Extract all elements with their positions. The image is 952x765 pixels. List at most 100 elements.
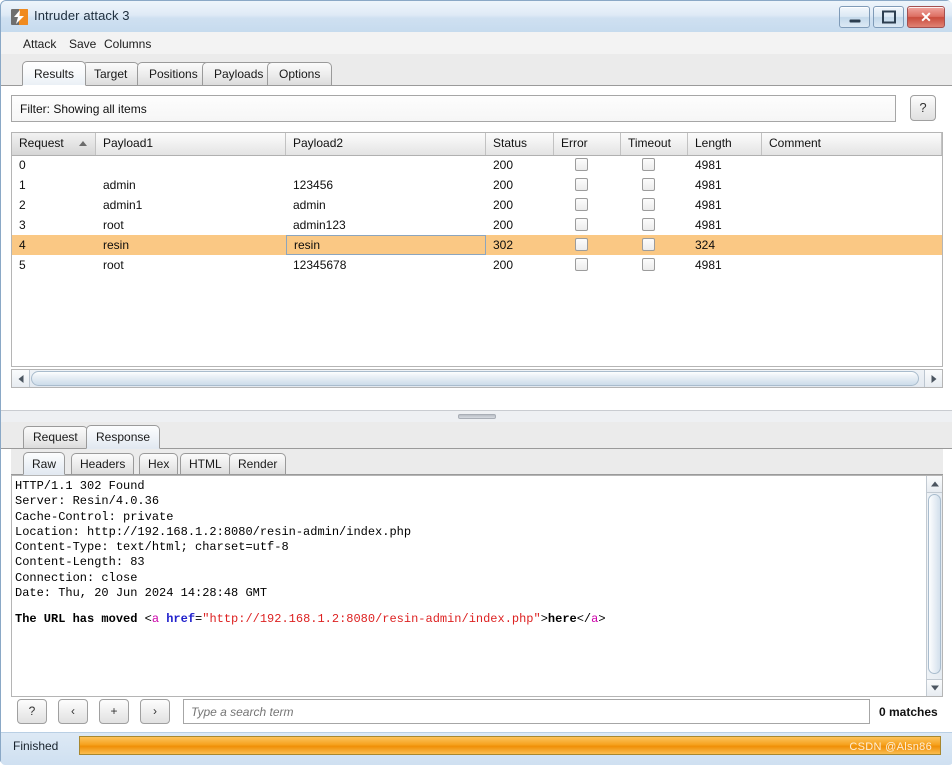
column-header-timeout[interactable]: Timeout xyxy=(621,133,688,155)
cell-request: 5 xyxy=(19,258,26,272)
menu-item-save[interactable]: Save xyxy=(65,36,100,52)
cell-length: 4981 xyxy=(695,198,722,212)
body-text: The URL has moved xyxy=(15,612,145,626)
error-checkbox[interactable] xyxy=(575,238,588,251)
cell-payload1: resin xyxy=(103,238,130,252)
vertical-scroll-thumb[interactable] xyxy=(928,494,941,674)
cell-length: 4981 xyxy=(695,258,722,272)
column-header-request[interactable]: Request xyxy=(12,133,96,155)
table-row[interactable]: 2 admin1 admin 200 4981 xyxy=(12,195,942,215)
cell-status: 200 xyxy=(493,258,514,272)
tab-raw[interactable]: Raw xyxy=(23,452,66,475)
cell-length: 4981 xyxy=(695,178,722,192)
table-row[interactable]: 3 root admin123 200 4981 xyxy=(12,215,942,235)
cell-payload2: admin123 xyxy=(293,218,346,232)
table-row-selected[interactable]: 4 resin resin 302 324 xyxy=(12,235,942,255)
cell-timeout xyxy=(621,235,688,255)
html-attribute-name: href xyxy=(166,612,196,626)
search-row: ? ‹ + › 0 matches xyxy=(1,699,952,731)
response-viewer[interactable]: HTTP/1.1 302 Found Server: Resin/4.0.36 … xyxy=(11,475,943,697)
cell-timeout xyxy=(621,215,688,235)
cell-error xyxy=(554,155,621,175)
tab-render[interactable]: Render xyxy=(229,453,287,474)
tab-positions[interactable]: Positions xyxy=(137,62,210,85)
search-next-button[interactable]: › xyxy=(140,699,170,724)
error-checkbox[interactable] xyxy=(575,218,588,231)
tab-options[interactable]: Options xyxy=(267,62,333,85)
error-checkbox[interactable] xyxy=(575,178,588,191)
tab-hex[interactable]: Hex xyxy=(139,453,179,474)
cell-payload2: 123456 xyxy=(293,178,334,192)
cell-comment xyxy=(762,215,942,235)
angle-open-icon: < xyxy=(144,612,152,626)
menu-item-attack[interactable]: Attack xyxy=(19,36,60,52)
tab-headers[interactable]: Headers xyxy=(71,453,135,474)
scroll-down-icon[interactable] xyxy=(927,679,942,696)
cell-comment xyxy=(762,195,942,215)
cell-comment xyxy=(762,155,942,175)
maximize-button[interactable] xyxy=(873,6,904,28)
column-header-length[interactable]: Length xyxy=(688,133,762,155)
tab-request[interactable]: Request xyxy=(23,426,88,448)
search-input[interactable] xyxy=(183,699,870,724)
timeout-checkbox[interactable] xyxy=(642,178,655,191)
close-button[interactable]: ✕ xyxy=(907,6,945,28)
menu-item-columns[interactable]: Columns xyxy=(100,36,155,52)
view-tab-strip: Raw Headers Hex HTML Render xyxy=(11,449,943,475)
intruder-attack-window: Intruder attack 3 ✕ Attack Save Columns … xyxy=(0,0,952,765)
tab-results[interactable]: Results xyxy=(22,61,87,86)
cell-payload1 xyxy=(96,155,286,175)
message-panel: Request Response Raw Headers Hex HTML Re… xyxy=(1,422,952,732)
table-row[interactable]: 1 admin 123456 200 4981 xyxy=(12,175,942,195)
timeout-checkbox[interactable] xyxy=(642,238,655,251)
sort-ascending-icon xyxy=(79,141,87,146)
main-tab-strip: Results Target Positions Payloads Option… xyxy=(1,54,952,86)
horizontal-scroll-thumb[interactable] xyxy=(31,371,919,386)
column-header-payload2[interactable]: Payload2 xyxy=(286,133,486,155)
minimize-button[interactable] xyxy=(839,6,870,28)
match-count-label: 0 matches xyxy=(879,705,938,719)
tab-response[interactable]: Response xyxy=(86,425,161,449)
timeout-checkbox[interactable] xyxy=(642,258,655,271)
status-bar: Finished CSDN @Alsn86 xyxy=(1,732,952,765)
timeout-checkbox[interactable] xyxy=(642,218,655,231)
tab-target[interactable]: Target xyxy=(82,62,140,85)
cell-payload2-focused[interactable]: resin xyxy=(286,235,486,255)
cell-timeout xyxy=(621,155,688,175)
cell-request: 3 xyxy=(19,218,26,232)
scroll-right-icon[interactable] xyxy=(924,370,942,387)
table-row[interactable]: 5 root 12345678 200 4981 xyxy=(12,255,942,275)
filter-bar[interactable]: Filter: Showing all items xyxy=(11,95,896,122)
search-plus-button[interactable]: + xyxy=(99,699,129,724)
table-row[interactable]: 0 200 4981 xyxy=(12,155,942,175)
scroll-up-icon[interactable] xyxy=(927,476,942,493)
cell-error xyxy=(554,215,621,235)
column-header-comment[interactable]: Comment xyxy=(762,133,942,155)
splitter-grip[interactable] xyxy=(458,414,496,419)
table-header-row: Request Payload1 Payload2 Status Error T… xyxy=(12,133,942,156)
search-prev-button[interactable]: ‹ xyxy=(58,699,88,724)
scroll-left-icon[interactable] xyxy=(12,370,30,387)
tab-html[interactable]: HTML xyxy=(180,453,231,474)
search-help-button[interactable]: ? xyxy=(17,699,47,724)
results-horizontal-scrollbar[interactable] xyxy=(11,369,943,388)
column-header-status[interactable]: Status xyxy=(486,133,554,155)
cell-request: 1 xyxy=(19,178,26,192)
timeout-checkbox[interactable] xyxy=(642,198,655,211)
minimize-icon xyxy=(849,19,860,23)
timeout-checkbox[interactable] xyxy=(642,158,655,171)
error-checkbox[interactable] xyxy=(575,198,588,211)
cell-payload1: admin1 xyxy=(103,198,143,212)
window-title: Intruder attack 3 xyxy=(34,8,130,23)
filter-help-icon[interactable]: ? xyxy=(910,95,936,121)
cell-comment xyxy=(762,235,942,255)
cell-status: 200 xyxy=(493,178,514,192)
error-checkbox[interactable] xyxy=(575,258,588,271)
error-checkbox[interactable] xyxy=(575,158,588,171)
cell-payload1: root xyxy=(103,218,124,232)
column-header-error[interactable]: Error xyxy=(554,133,621,155)
response-vertical-scrollbar[interactable] xyxy=(926,476,942,696)
column-header-payload1[interactable]: Payload1 xyxy=(96,133,286,155)
tab-payloads[interactable]: Payloads xyxy=(202,62,276,85)
results-table: Request Payload1 Payload2 Status Error T… xyxy=(11,132,943,367)
